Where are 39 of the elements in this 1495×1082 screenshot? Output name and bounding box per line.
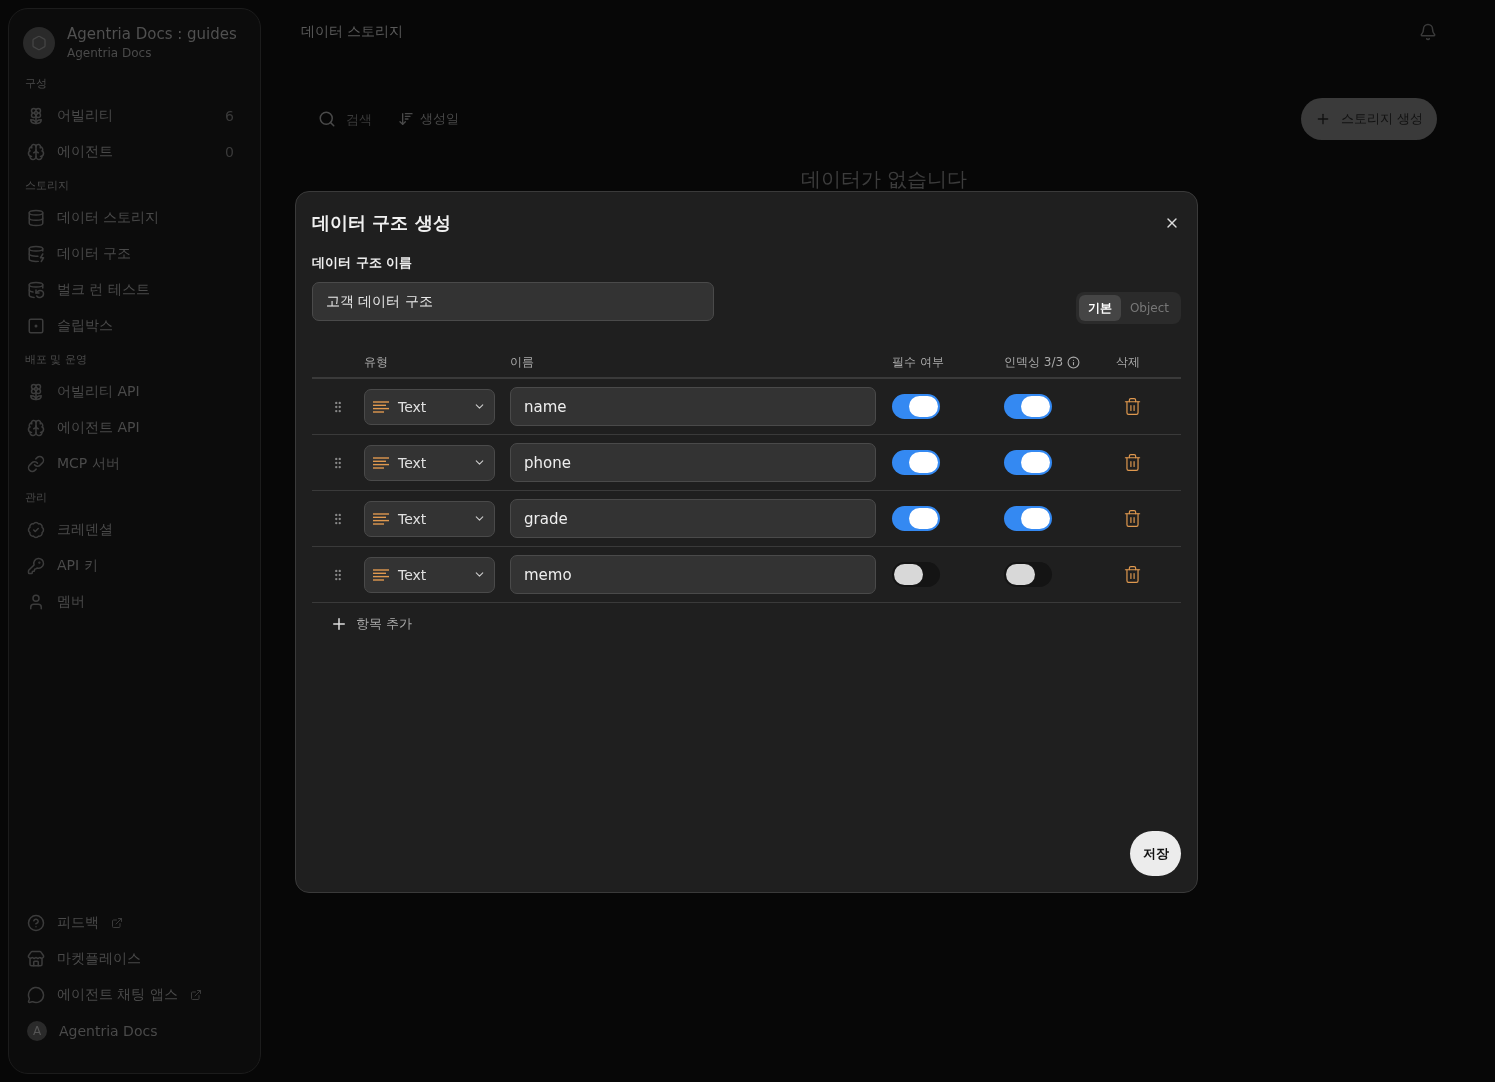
sidebar-item[interactable]: 크레덴셜	[23, 512, 246, 548]
add-item-button[interactable]: 항목 추가	[330, 615, 413, 633]
sidebar-item[interactable]: 피드백	[23, 905, 246, 941]
save-button[interactable]: 저장	[1130, 831, 1181, 876]
sidebar-item[interactable]: 어빌리티 API	[23, 374, 246, 410]
sidebar-item[interactable]: 에이전트 API	[23, 410, 246, 446]
sidebar-item[interactable]: 데이터 구조	[23, 236, 246, 272]
sidebar-item[interactable]: 멤버	[23, 584, 246, 620]
workspace-subtitle: Agentria Docs	[67, 46, 153, 60]
input-field[interactable]: grade	[510, 499, 876, 538]
mode-tab[interactable]: 기본	[1078, 295, 1121, 321]
type-select[interactable]: Text	[364, 500, 495, 537]
workspace-title: Agentria Docs : guides	[67, 25, 237, 43]
column-header: 필수 여부	[892, 353, 945, 371]
type-select[interactable]: Text	[364, 556, 495, 593]
column-header: 유형	[364, 353, 389, 371]
field-label: 데이터 구조 이름	[312, 254, 414, 272]
column-header: 인덱싱 3/3	[1004, 353, 1116, 371]
mode-tab[interactable]: Object	[1120, 295, 1178, 321]
section-label: 구성	[24, 75, 48, 92]
section-label: 스토리지	[24, 177, 70, 194]
input-field[interactable]: 고객 데이터 구조	[312, 282, 714, 321]
column-header: 이름	[510, 353, 535, 371]
dialog-title: 데이터 구조 생성	[312, 211, 451, 235]
column-header: 삭제	[1116, 353, 1141, 371]
type-select[interactable]: Text	[364, 444, 495, 481]
sidebar-item[interactable]: 슬립박스	[23, 308, 246, 344]
input-field[interactable]: name	[510, 387, 876, 426]
sidebar-item[interactable]: 에이전트 채팅 앱스	[23, 977, 246, 1013]
sort-button[interactable]: 생성일	[398, 110, 459, 128]
sidebar-item[interactable]: API 키	[23, 548, 246, 584]
page-title: 데이터 스토리지	[301, 23, 404, 41]
type-select[interactable]: Text	[364, 388, 495, 425]
sidebar-item[interactable]: MCP 서버	[23, 446, 246, 482]
input-field[interactable]: memo	[510, 555, 876, 594]
sidebar-item[interactable]: 마켓플레이스	[23, 941, 246, 977]
sidebar-item[interactable]: 벌크 런 테스트	[23, 272, 246, 308]
sidebar-item[interactable]: 데이터 스토리지	[23, 200, 246, 236]
input-field[interactable]: phone	[510, 443, 876, 482]
